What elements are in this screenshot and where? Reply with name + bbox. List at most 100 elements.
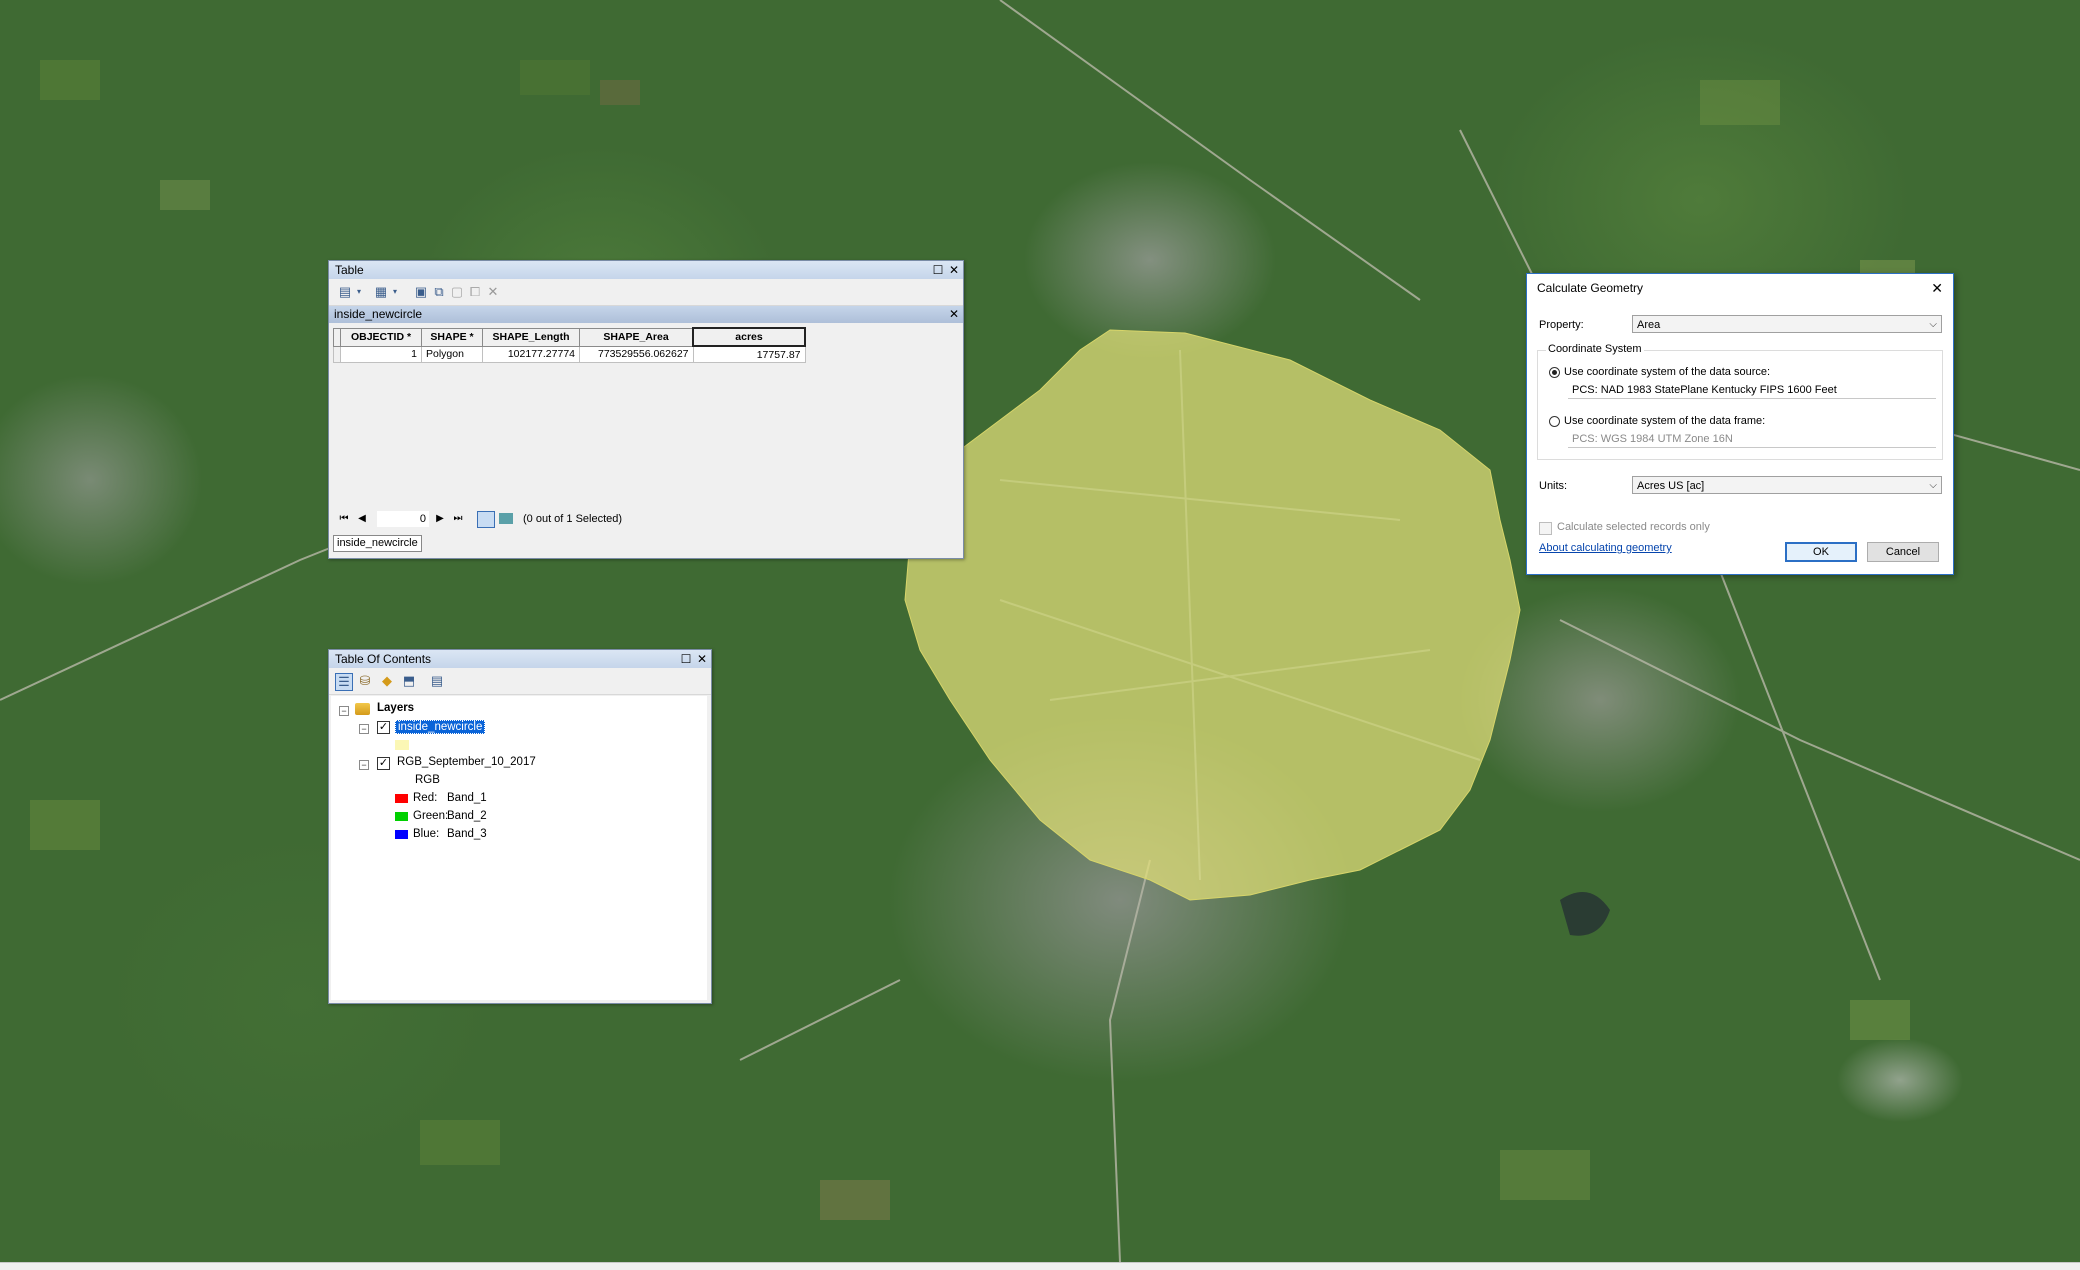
units-dropdown[interactable]: Acres US [ac] ⌵ (1632, 476, 1942, 494)
dropdown-arrow-icon[interactable]: ▾ (351, 284, 367, 300)
table-tab[interactable]: inside_newcircle (333, 535, 422, 552)
chevron-down-icon: ⌵ (1929, 480, 1937, 491)
row-selector-header (333, 327, 341, 347)
switch-selection-icon[interactable]: ⧉ (431, 284, 447, 300)
selected-only-checkbox[interactable] (1539, 522, 1552, 535)
source-cs-value: PCS: NAD 1983 StatePlane Kentucky FIPS 1… (1572, 384, 1837, 396)
clear-selection-icon[interactable]: ▢ (449, 284, 465, 300)
band-channel-label: Blue: (413, 828, 440, 840)
layer-visibility-checkbox[interactable]: ✓ (377, 757, 390, 770)
next-record-icon[interactable]: ▶ (433, 508, 447, 530)
layers-folder-icon (355, 703, 370, 715)
table-window-titlebar[interactable]: Table ☐ ✕ (329, 261, 963, 279)
layer-visibility-checkbox[interactable]: ✓ (377, 721, 390, 734)
last-record-icon[interactable]: ⏭ (451, 508, 465, 530)
property-dropdown[interactable]: Area ⌵ (1632, 315, 1942, 333)
collapse-icon[interactable]: − (339, 706, 349, 716)
column-header[interactable]: SHAPE_Area (579, 327, 694, 347)
first-record-icon[interactable]: ⏮ (337, 508, 351, 530)
table-tab-header: inside_newcircle ✕ (329, 306, 963, 323)
frame-cs-option-label[interactable]: Use coordinate system of the data frame: (1564, 415, 1765, 427)
column-header-selected[interactable]: acres (692, 327, 806, 347)
layer-inside-newcircle[interactable]: inside_newcircle (395, 720, 486, 734)
restore-icon[interactable]: ☐ (931, 263, 945, 277)
table-grid-area: OBJECTID * SHAPE * SHAPE_Length SHAPE_Ar… (333, 327, 955, 502)
toc-titlebar[interactable]: Table Of Contents ☐ ✕ (329, 650, 711, 668)
band-name-label: Band_1 (447, 792, 487, 804)
source-cs-text: PCS: NAD 1983 StatePlane Kentucky FIPS 1… (1568, 382, 1936, 399)
dialog-title: Calculate Geometry (1537, 281, 1644, 295)
table-cell[interactable]: 773529556.062627 (579, 345, 694, 363)
previous-record-icon[interactable]: ◀ (355, 508, 369, 530)
source-cs-radio[interactable] (1549, 367, 1560, 378)
band-channel-label: Green: (413, 810, 449, 822)
options-icon[interactable]: ▤ (429, 673, 445, 689)
frame-cs-radio[interactable] (1549, 416, 1560, 427)
frame-cs-text: PCS: WGS 1984 UTM Zone 16N (1568, 431, 1936, 448)
selection-status: (0 out of 1 Selected) (523, 513, 623, 525)
list-by-drawing-order-icon[interactable]: ☰ (335, 673, 353, 691)
restore-icon[interactable]: ☐ (679, 652, 693, 666)
about-calculating-geometry-link[interactable]: About calculating geometry (1539, 542, 1672, 554)
dialog-titlebar[interactable]: Calculate Geometry ✕ (1527, 274, 1953, 302)
property-label: Property: (1539, 319, 1584, 331)
band-name-label: Band_3 (447, 828, 487, 840)
attribute-table: OBJECTID * SHAPE * SHAPE_Length SHAPE_Ar… (333, 327, 806, 363)
coordinate-system-group: Coordinate System Use coordinate system … (1537, 343, 1943, 460)
layers-root[interactable]: Layers (377, 702, 414, 714)
close-icon[interactable]: ✕ (947, 263, 961, 277)
row-selector[interactable] (333, 345, 341, 363)
red-band-swatch (395, 794, 408, 803)
close-icon[interactable]: ✕ (1931, 274, 1943, 302)
copy-selected-icon[interactable]: ⧠ (467, 284, 483, 300)
select-by-attributes-icon[interactable]: ▣ (413, 284, 429, 300)
group-label: Coordinate System (1546, 343, 1644, 355)
collapse-icon[interactable]: − (359, 760, 369, 770)
column-header[interactable]: SHAPE * (421, 327, 483, 347)
list-by-source-icon[interactable]: ⛁ (357, 673, 373, 689)
table-layer-name: inside_newcircle (334, 307, 423, 321)
map-canvas[interactable] (0, 0, 2080, 1262)
property-value: Area (1637, 319, 1661, 331)
dropdown-arrow-icon[interactable]: ▾ (387, 284, 403, 300)
green-band-swatch (395, 812, 408, 821)
table-cell[interactable]: 102177.27774 (482, 345, 580, 363)
cancel-button-label: Cancel (1885, 546, 1921, 558)
column-header[interactable]: SHAPE_Length (482, 327, 580, 347)
toc-tree: − Layers − ✓ inside_newcircle − ✓ RGB_Se… (331, 696, 707, 1000)
band-name-label: Band_2 (447, 810, 487, 822)
polygon-symbol-swatch[interactable] (395, 740, 409, 750)
show-all-records-icon[interactable] (477, 511, 495, 528)
toc-window: Table Of Contents ☐ ✕ ☰ ⛁ ◆ ⬒ ▤ − Layers… (328, 649, 712, 1004)
delete-selected-icon[interactable]: ✕ (485, 284, 501, 300)
table-toolbar: ▤ ▾ ▦ ▾ ▣ ⧉ ▢ ⧠ ✕ (329, 279, 963, 306)
cancel-button[interactable]: Cancel (1867, 542, 1939, 562)
source-cs-option-label[interactable]: Use coordinate system of the data source… (1564, 366, 1770, 378)
map-imagery (0, 0, 2080, 1262)
table-cell[interactable]: Polygon (421, 345, 483, 363)
close-icon[interactable]: ✕ (695, 652, 709, 666)
chevron-down-icon: ⌵ (1929, 319, 1937, 330)
units-value: Acres US [ac] (1637, 480, 1705, 492)
close-tab-icon[interactable]: ✕ (947, 307, 961, 321)
collapse-icon[interactable]: − (359, 724, 369, 734)
rgb-label: RGB (415, 774, 440, 786)
units-label: Units: (1539, 480, 1568, 492)
table-cell[interactable]: 17757.87 (692, 345, 806, 363)
layer-rgb-image[interactable]: RGB_September_10_2017 (397, 756, 536, 768)
list-by-visibility-icon[interactable]: ◆ (379, 673, 395, 689)
show-selected-records-icon[interactable] (499, 513, 513, 524)
table-window: Table ☐ ✕ ▤ ▾ ▦ ▾ ▣ ⧉ ▢ ⧠ ✕ inside_newci… (328, 260, 964, 559)
calculate-geometry-dialog: Calculate Geometry ✕ Property: Area ⌵ Co… (1526, 273, 1954, 575)
toc-title: Table Of Contents (335, 652, 432, 666)
record-position-field[interactable]: 0 (377, 511, 429, 527)
band-channel-label: Red: (413, 792, 438, 804)
column-header[interactable]: OBJECTID * (340, 327, 422, 347)
table-cell[interactable]: 1 (340, 345, 422, 363)
blue-band-swatch (395, 830, 408, 839)
list-by-selection-icon[interactable]: ⬒ (401, 673, 417, 689)
table-row[interactable]: 1 Polygon 102177.27774 773529556.062627 … (333, 345, 806, 363)
frame-cs-value: PCS: WGS 1984 UTM Zone 16N (1572, 433, 1733, 445)
selected-only-label: Calculate selected records only (1557, 521, 1710, 533)
ok-button[interactable]: OK (1785, 542, 1857, 562)
